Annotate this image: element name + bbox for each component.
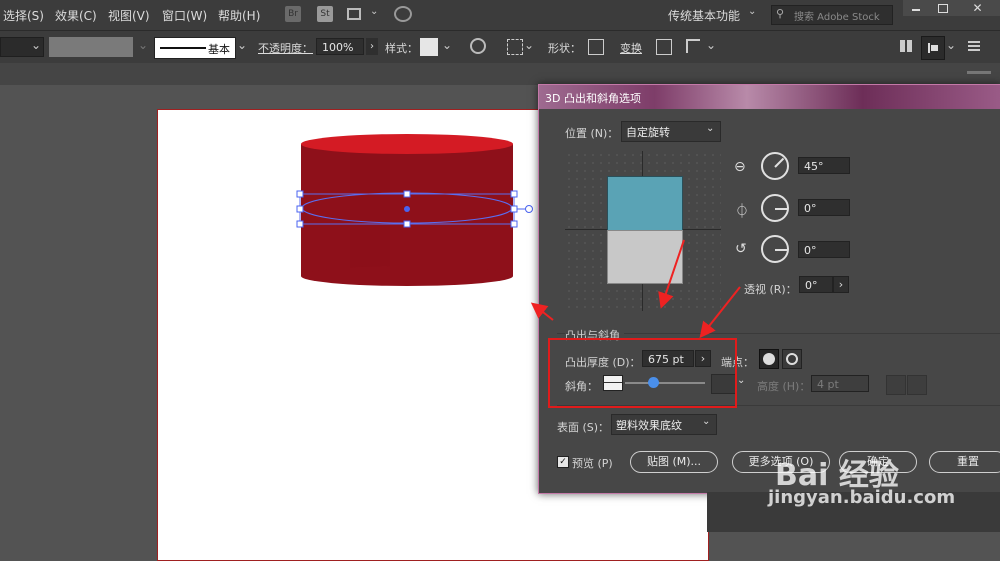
baidu-watermark-url: jingyan.baidu.com — [768, 487, 956, 508]
